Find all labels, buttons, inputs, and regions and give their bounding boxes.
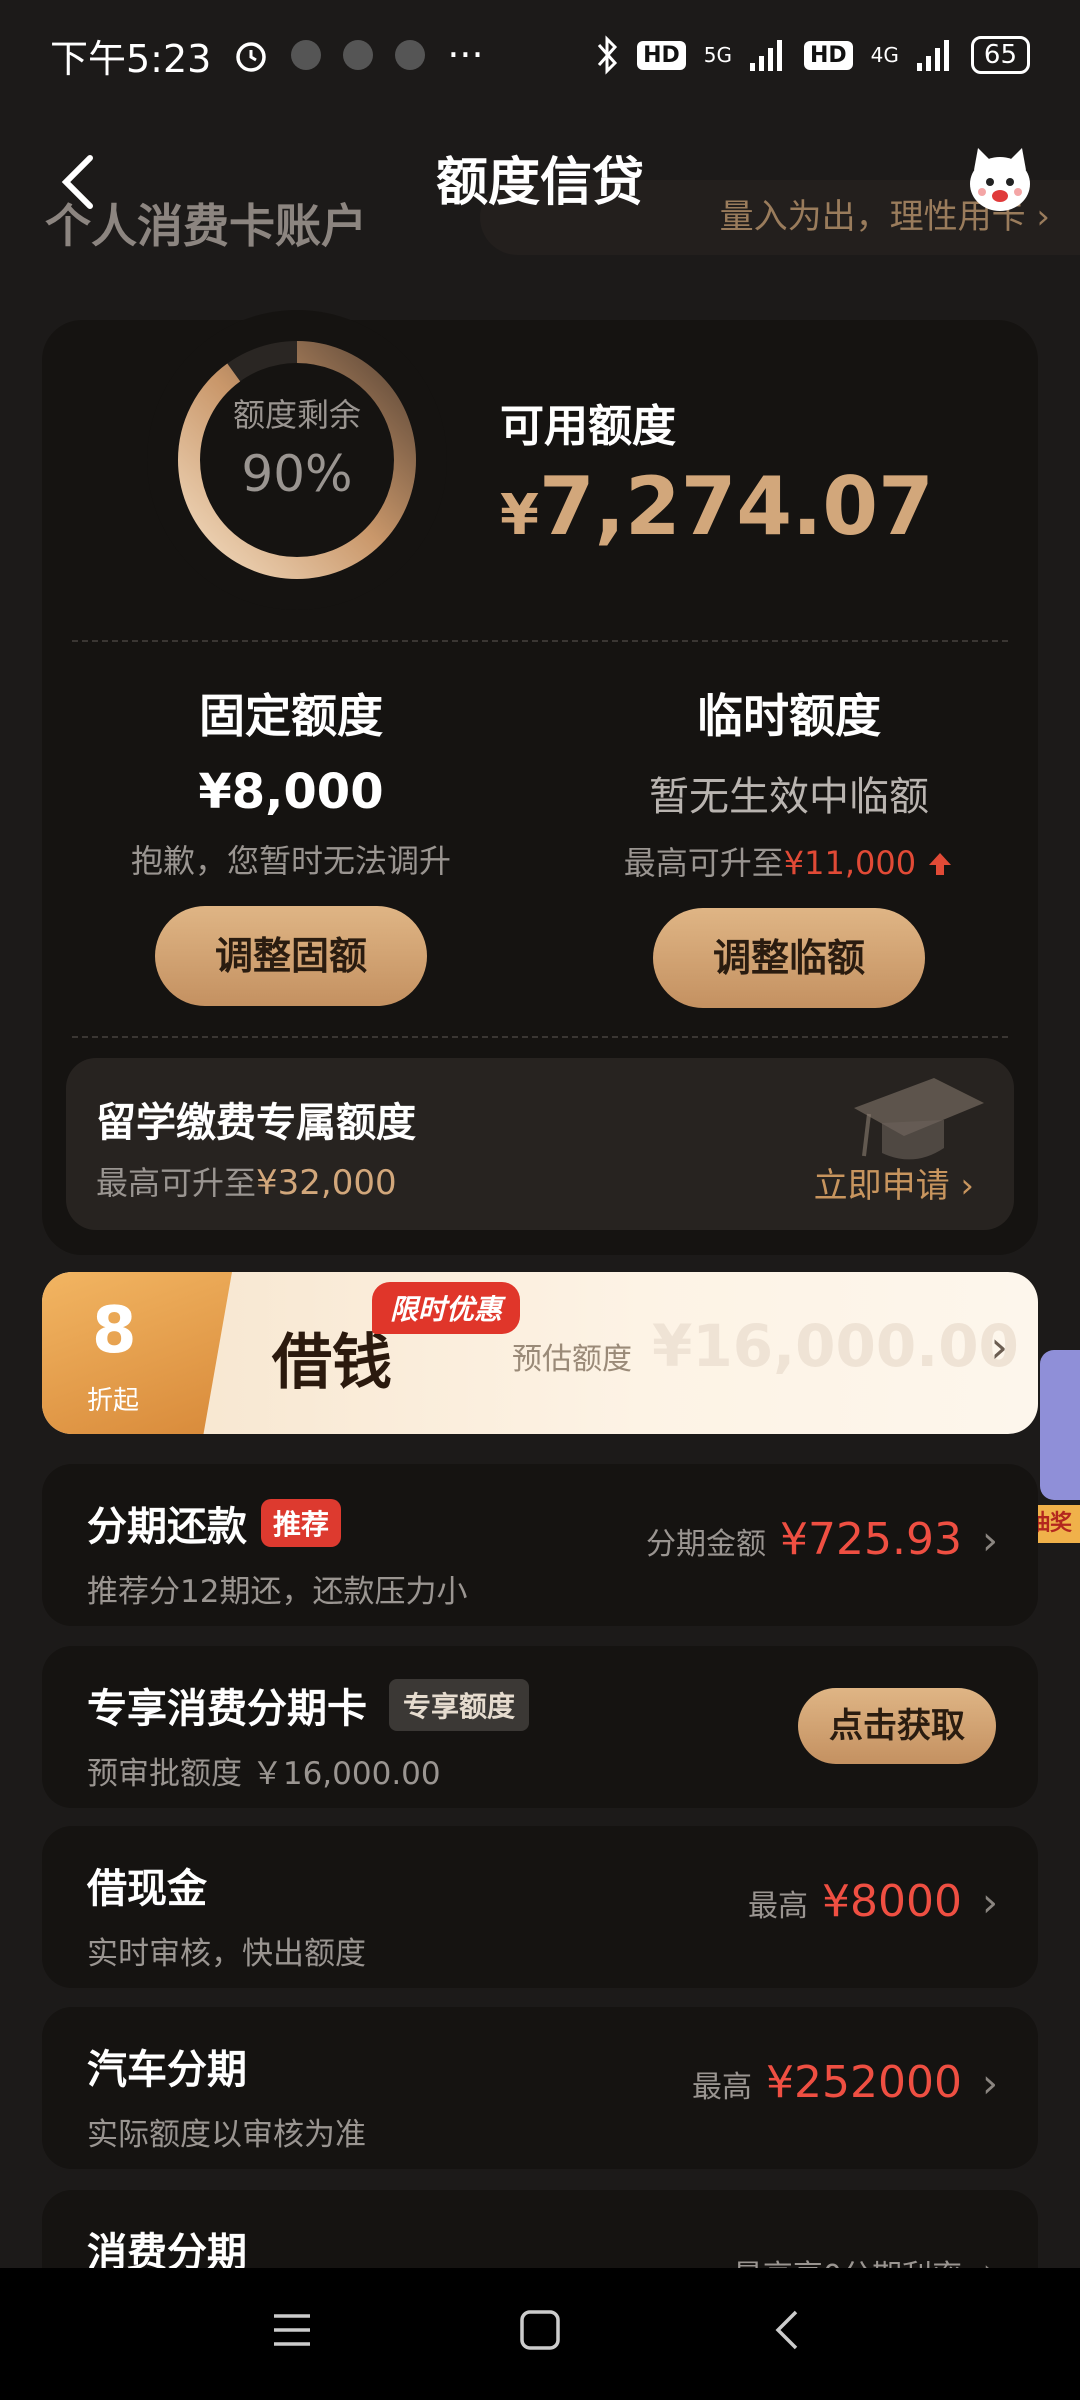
car-installment-row[interactable]: 汽车分期 实际额度以审核为准 最高 ¥252000 ›: [42, 2007, 1038, 2169]
hd-badge: HD: [803, 40, 853, 70]
apply-now-link[interactable]: 立即申请 ›: [814, 1158, 974, 1207]
fixed-credit-column: 固定额度 ¥8,000 抱歉，您暂时无法调升 调整固额: [42, 680, 540, 1006]
exclusive-installment-card-row[interactable]: 专享消费分期卡 专享额度 预审批额度 ￥16,000.00 点击获取: [42, 1646, 1038, 1808]
row-right: 最高享0分期利率 ›: [733, 2250, 998, 2268]
chevron-right-icon: ›: [982, 1880, 998, 1926]
available-amount: 7,274.07: [538, 460, 934, 553]
installment-amount: ¥725.93: [780, 1514, 962, 1565]
remaining-ring: 额度剩余 90%: [147, 310, 447, 610]
chevron-right-icon: ›: [982, 1518, 998, 1564]
fixed-credit-note: 抱歉，您暂时无法调升: [130, 842, 451, 880]
study-max-amount: ¥32,000: [256, 1163, 397, 1203]
row-right: 分期金额 ¥725.93 ›: [646, 1514, 998, 1565]
fixed-credit-title: 固定额度: [199, 689, 383, 743]
row-title-text: 分期还款: [87, 1504, 247, 1550]
temporary-credit-value: 暂无生效中临额: [649, 774, 929, 820]
study-credit-note: 最高可升至¥32,000: [96, 1158, 397, 1204]
chevron-right-icon: ›: [990, 1322, 1008, 1373]
row-right-label: 最高: [692, 2070, 753, 2105]
ring-label: 额度剩余: [232, 396, 361, 434]
floating-phone-ad[interactable]: [1040, 1350, 1080, 1500]
signal-icon: [916, 40, 949, 71]
more-notifications-icon: ···: [447, 33, 484, 77]
divider: [72, 1036, 1008, 1038]
get-now-button[interactable]: 点击获取: [798, 1688, 996, 1764]
row-subtitle: 推荐分12期还，还款压力小: [87, 1574, 468, 1610]
temporary-credit-note: 最高可升至¥11,000: [540, 838, 1038, 884]
row-right: 最高 ¥8000 ›: [748, 1876, 998, 1927]
installment-repayment-row[interactable]: 分期还款 推荐 推荐分12期还，还款压力小 分期金额 ¥725.93 ›: [42, 1464, 1038, 1626]
adjust-fixed-credit-button[interactable]: 调整固额: [155, 906, 427, 1006]
row-subtitle: 预审批额度 ￥16,000.00: [87, 1756, 441, 1792]
arrow-up-icon: [929, 853, 952, 875]
row-right-label: 最高: [748, 1889, 809, 1924]
borrow-money-promo[interactable]: 8 折起 借钱 限时优惠 预估额度 ¥16,000.00 ›: [42, 1272, 1038, 1434]
ring-value: 90%: [241, 445, 353, 503]
page-title: 额度信贷: [435, 153, 644, 213]
row-title: 汽车分期: [87, 2047, 247, 2093]
cash-loan-row[interactable]: 借现金 实时审核，快出额度 最高 ¥8000 ›: [42, 1826, 1038, 1988]
hd-badge: HD: [637, 40, 686, 70]
discount-number: 8: [92, 1294, 137, 1368]
discount-unit: 折起: [87, 1386, 140, 1416]
status-bar: 下午5:23 ··· HD 5G HD 4G 65: [0, 0, 1080, 110]
consumer-installment-row[interactable]: 消费分期 最高享0分期利率 ›: [42, 2190, 1038, 2268]
notification-icon: [291, 40, 322, 70]
max-amount: ¥252000: [766, 2057, 962, 2108]
temporary-max-amount: ¥11,000: [783, 844, 917, 882]
row-title-text: 专享消费分期卡: [87, 1686, 367, 1732]
available-credit-value: ¥7,274.07: [500, 460, 934, 553]
study-note-prefix: 最高可升至: [96, 1164, 257, 1202]
menu-icon[interactable]: [270, 2308, 314, 2352]
notification-icon: [343, 40, 374, 70]
credit-summary-card: 额度剩余 90% 可用额度 ¥7,274.07 固定额度 ¥8,000 抱歉，您…: [42, 310, 1038, 1255]
row-subtitle: 实时审核，快出额度: [87, 1936, 366, 1972]
home-icon[interactable]: [518, 2308, 562, 2352]
estimate-label: 预估额度: [512, 1342, 632, 1377]
row-subtitle: 实际额度以审核为准: [87, 2117, 366, 2153]
signal-5g-label: 5G: [703, 43, 732, 67]
chevron-right-icon: ›: [982, 2061, 998, 2107]
temporary-credit-title: 临时额度: [697, 689, 881, 743]
study-abroad-credit-card[interactable]: 留学缴费专属额度 最高可升至¥32,000 立即申请 ›: [66, 1058, 1014, 1230]
study-credit-title: 留学缴费专属额度: [96, 1100, 416, 1146]
fixed-credit-value: ¥8,000: [198, 764, 384, 820]
row-right: 最高 ¥252000 ›: [692, 2057, 998, 2108]
temporary-credit-column: 临时额度 暂无生效中临额 最高可升至¥11,000 调整临额: [540, 680, 1038, 1008]
row-title: 借现金: [87, 1866, 207, 1912]
chevron-right-icon: ›: [982, 2250, 998, 2268]
limited-offer-badge: 限时优惠: [372, 1282, 521, 1334]
status-time: 下午5:23: [50, 36, 212, 81]
max-amount: ¥8000: [822, 1876, 962, 1927]
recommended-tag: 推荐: [261, 1499, 342, 1547]
row-title: 消费分期: [87, 2230, 247, 2268]
row-title: 分期还款 推荐: [87, 1494, 342, 1552]
mascot-icon[interactable]: [960, 140, 1040, 220]
exclusive-credit-tag: 专享额度: [389, 1679, 530, 1731]
back-nav-icon[interactable]: [766, 2308, 810, 2352]
adjust-temporary-credit-button[interactable]: 调整临额: [653, 908, 925, 1008]
alarm-icon: [236, 42, 267, 72]
battery-indicator: 65: [970, 36, 1030, 74]
available-credit-label: 可用额度: [500, 401, 676, 452]
nav-bar: 个人消费卡账户 量入为出，理性用卡 › 额度信贷: [0, 110, 1080, 260]
system-navigation-bar: [0, 2268, 1080, 2400]
temporary-note-prefix: 最高可升至: [623, 844, 784, 882]
notification-icon: [395, 40, 426, 70]
divider: [72, 640, 1008, 642]
row-right-label: 分期金额: [646, 1527, 767, 1562]
signal-icon: [749, 40, 782, 71]
currency-symbol: ¥: [500, 483, 539, 548]
bluetooth-icon: [597, 35, 618, 75]
row-title: 专享消费分期卡 专享额度: [87, 1676, 530, 1734]
estimate-amount: ¥16,000.00: [652, 1312, 1019, 1380]
signal-4g-label: 4G: [870, 43, 899, 67]
row-right-label: 最高享0分期利率: [733, 2251, 962, 2268]
